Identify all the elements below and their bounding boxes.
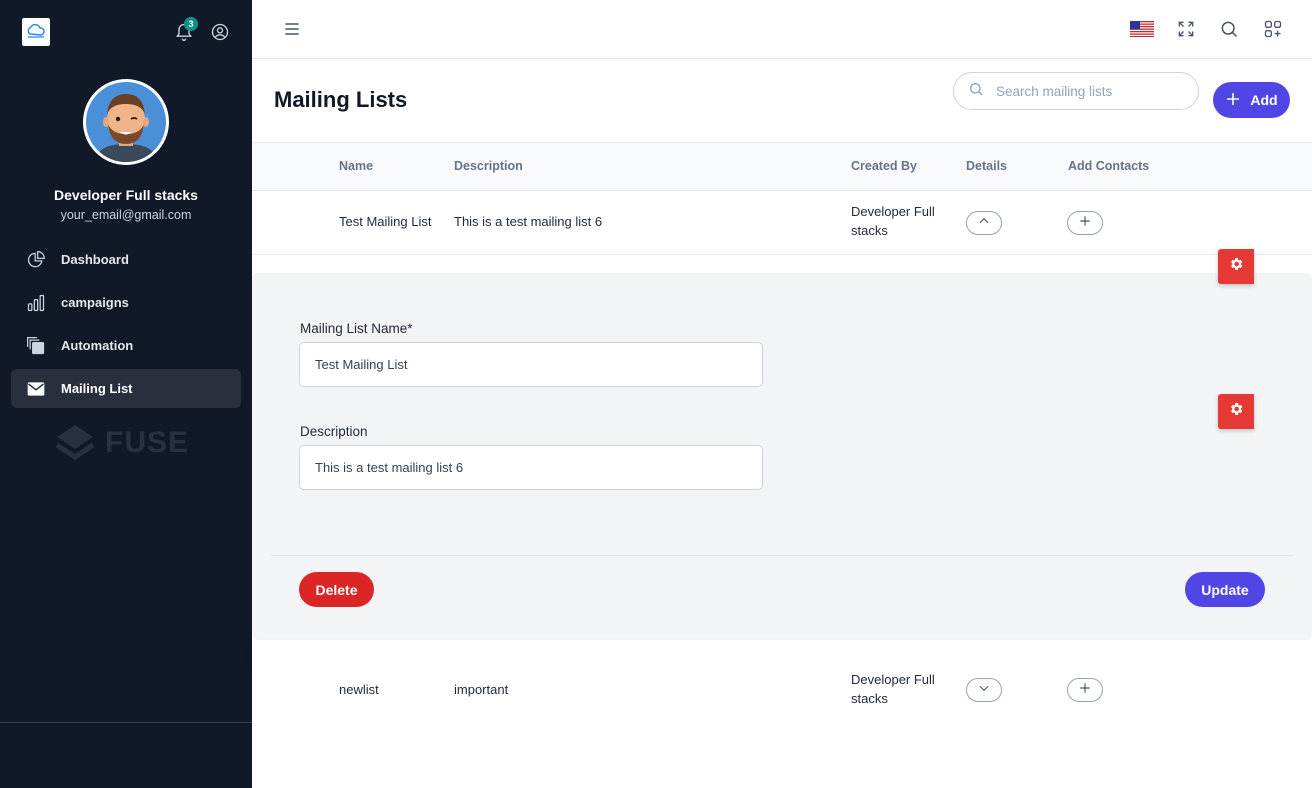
us-flag-icon[interactable] <box>1130 17 1154 41</box>
search-icon <box>968 81 984 102</box>
add-contacts-button[interactable] <box>1067 678 1103 702</box>
delete-button[interactable]: Delete <box>299 572 374 607</box>
sidebar-item-label: Dashboard <box>61 252 129 267</box>
collapse-details-button[interactable] <box>966 211 1002 235</box>
column-name[interactable]: Name <box>339 159 373 173</box>
pie-chart-icon <box>25 249 47 271</box>
mailing-list-name-label: Mailing List Name* <box>300 321 413 336</box>
topbar <box>252 0 1312 59</box>
add-contacts-button[interactable] <box>1067 211 1103 235</box>
copy-icon <box>25 335 47 357</box>
plus-icon <box>1078 681 1092 700</box>
sidebar-item-label: Automation <box>61 338 134 353</box>
avatar[interactable] <box>83 79 169 165</box>
column-add-contacts: Add Contacts <box>1068 159 1150 173</box>
menu-icon[interactable] <box>280 17 304 41</box>
sidebar-item-label: campaigns <box>61 295 129 310</box>
panel-shadow <box>252 640 1312 658</box>
description-field[interactable] <box>299 445 763 490</box>
plus-icon <box>1225 91 1241 110</box>
created-by-line-2: stacks <box>851 691 888 706</box>
sidebar-item-label: Mailing List <box>61 381 133 396</box>
expand-details-button[interactable] <box>966 678 1002 702</box>
notification-badge: 3 <box>184 17 198 31</box>
user-name: Developer Full stacks <box>54 187 198 203</box>
panel-divider <box>270 555 1294 556</box>
plus-icon <box>1078 214 1092 233</box>
add-button-label: Add <box>1250 92 1278 108</box>
settings-gear-button[interactable] <box>1218 394 1254 429</box>
fullscreen-icon[interactable] <box>1174 17 1198 41</box>
row-created-by: Developer Full stacks <box>851 670 935 708</box>
apps-icon[interactable] <box>1261 17 1285 41</box>
mailing-list-name-field[interactable] <box>299 342 763 387</box>
row-name: Test Mailing List <box>339 214 432 229</box>
fuse-watermark: FUSE <box>55 423 189 463</box>
created-by-line-2: stacks <box>851 223 888 238</box>
sidebar-item-campaigns[interactable]: campaigns <box>11 283 241 322</box>
details-panel: Mailing List Name* Description Delete Up… <box>252 273 1312 640</box>
app-logo[interactable] <box>22 18 50 46</box>
table-header: Name Description Created By Details Add … <box>252 142 1312 191</box>
sidebar-item-automation[interactable]: Automation <box>11 326 241 365</box>
mail-icon <box>25 378 47 400</box>
add-button[interactable]: Add <box>1213 82 1290 118</box>
user-email: your_email@gmail.com <box>60 208 192 222</box>
user-circle-icon[interactable] <box>209 21 231 43</box>
page-title: Mailing Lists <box>274 87 408 112</box>
column-description[interactable]: Description <box>454 159 523 173</box>
table-row[interactable]: Test Mailing List This is a test mailing… <box>252 191 1312 255</box>
row-description: This is a test mailing list 6 <box>454 214 603 229</box>
row-name: newlist <box>339 682 379 697</box>
search-input[interactable] <box>996 83 1176 99</box>
column-details: Details <box>966 159 1007 173</box>
chevron-down-icon <box>977 681 991 700</box>
fuse-watermark-text: FUSE <box>105 426 190 459</box>
column-created-by[interactable]: Created By <box>851 159 917 173</box>
row-description: important <box>454 682 509 697</box>
table-row[interactable]: newlist important Developer Full stacks <box>252 658 1312 722</box>
row-created-by: Developer Full stacks <box>851 202 935 240</box>
chevron-up-icon <box>977 214 991 233</box>
search-box[interactable] <box>953 72 1199 110</box>
gear-icon <box>1228 401 1244 422</box>
update-button[interactable]: Update <box>1185 572 1265 607</box>
created-by-line-1: Developer Full <box>851 672 935 687</box>
created-by-line-1: Developer Full <box>851 204 935 219</box>
sidebar: 3 Developer Full stacks your_email@gmail… <box>0 0 252 788</box>
gear-icon <box>1228 256 1244 277</box>
sidebar-nav: Dashboard campaigns Automation Mailing L… <box>11 240 241 412</box>
sidebar-item-mailing-list[interactable]: Mailing List <box>11 369 241 408</box>
description-label: Description <box>300 424 368 439</box>
settings-gear-button[interactable] <box>1218 249 1254 284</box>
sidebar-divider <box>0 722 252 723</box>
sidebar-item-dashboard[interactable]: Dashboard <box>11 240 241 279</box>
bar-chart-icon <box>25 292 47 314</box>
search-icon[interactable] <box>1217 17 1241 41</box>
